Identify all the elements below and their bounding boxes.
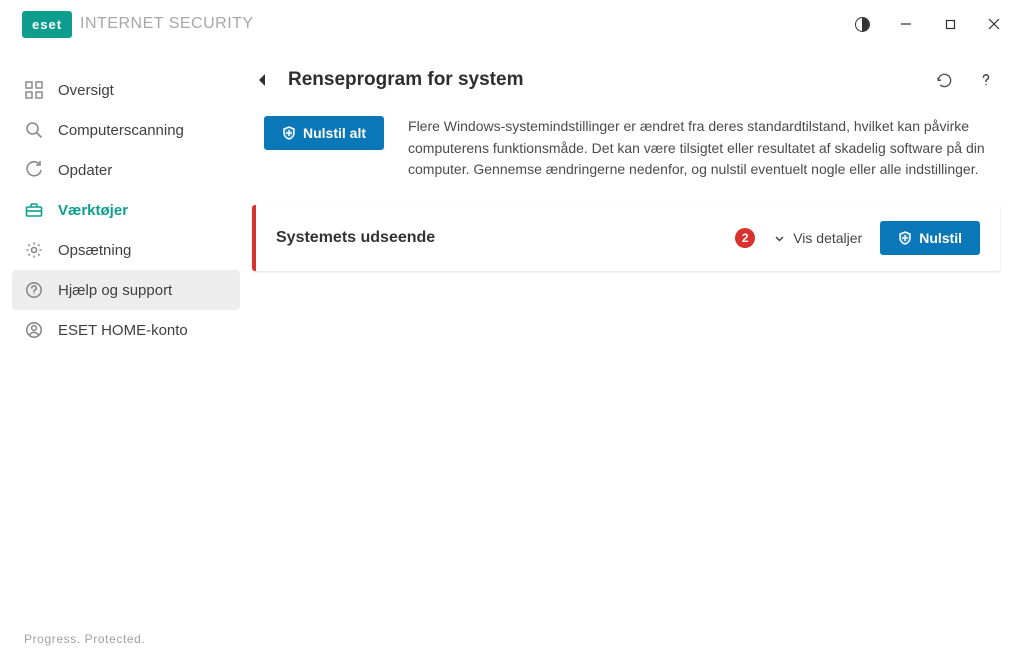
sidebar-item-label: Oversigt — [58, 82, 114, 99]
intro-row: Nulstil alt Flere Windows-systemindstill… — [252, 116, 1000, 205]
titlebar: eset INTERNET SECURITY — [0, 0, 1024, 48]
back-button[interactable] — [252, 69, 274, 91]
sidebar-item-account[interactable]: ESET HOME-konto — [12, 310, 240, 350]
help-page-button[interactable] — [972, 66, 1000, 94]
sidebar: Oversigt Computerscanning Opdater Værktø… — [0, 48, 252, 670]
sidebar-item-label: Opdater — [58, 162, 112, 179]
eset-badge: eset — [22, 11, 72, 38]
main-layout: Oversigt Computerscanning Opdater Værktø… — [0, 48, 1024, 670]
sidebar-item-label: Opsætning — [58, 242, 131, 259]
intro-text: Flere Windows-systemindstillinger er ænd… — [408, 116, 1000, 181]
sidebar-item-label: ESET HOME-konto — [58, 322, 188, 339]
reset-card-button[interactable]: Nulstil — [880, 221, 980, 255]
sidebar-item-label: Værktøjer — [58, 202, 128, 219]
contrast-icon — [855, 17, 870, 32]
user-icon — [24, 320, 44, 340]
chevron-down-icon — [773, 232, 785, 244]
show-details-button[interactable]: Vis detaljer — [773, 230, 862, 246]
maximize-button[interactable] — [928, 4, 972, 44]
button-label: Nulstil — [919, 230, 962, 246]
card-title: Systemets udseende — [276, 229, 435, 247]
reset-all-button[interactable]: Nulstil alt — [264, 116, 384, 150]
app-logo: eset INTERNET SECURITY — [22, 11, 254, 38]
content-header: Renseprogram for system — [252, 66, 1000, 116]
product-name: INTERNET SECURITY — [80, 15, 254, 33]
page-title: Renseprogram for system — [288, 69, 523, 91]
sidebar-item-tools[interactable]: Værktøjer — [12, 190, 240, 230]
dashboard-icon — [24, 80, 44, 100]
gear-icon — [24, 240, 44, 260]
minimize-icon — [900, 18, 912, 30]
close-button[interactable] — [972, 4, 1016, 44]
sidebar-item-label: Hjælp og support — [58, 282, 172, 299]
shield-icon — [898, 231, 912, 245]
chevron-left-icon — [257, 73, 269, 87]
toolbox-icon — [24, 200, 44, 220]
details-label: Vis detaljer — [793, 230, 862, 246]
help-icon — [24, 280, 44, 300]
content-area: Renseprogram for system Nulstil alt Fler… — [252, 48, 1024, 670]
shield-icon — [282, 126, 296, 140]
close-icon — [988, 18, 1000, 30]
maximize-icon — [945, 19, 956, 30]
sidebar-item-label: Computerscanning — [58, 122, 184, 139]
search-icon — [24, 120, 44, 140]
settings-card-system-appearance: Systemets udseende 2 Vis detaljer Nulsti… — [252, 205, 1000, 271]
footer-tagline: Progress. Protected. — [12, 632, 240, 670]
sidebar-item-help[interactable]: Hjælp og support — [12, 270, 240, 310]
button-label: Nulstil alt — [303, 125, 366, 141]
sidebar-item-setup[interactable]: Opsætning — [12, 230, 240, 270]
sidebar-item-overview[interactable]: Oversigt — [12, 70, 240, 110]
minimize-button[interactable] — [884, 4, 928, 44]
sidebar-item-update[interactable]: Opdater — [12, 150, 240, 190]
window-controls — [840, 4, 1016, 44]
refresh-icon — [24, 160, 44, 180]
refresh-page-button[interactable] — [930, 66, 958, 94]
change-count-badge: 2 — [735, 228, 755, 248]
question-icon — [978, 72, 994, 88]
refresh-icon — [936, 72, 953, 89]
header-actions — [930, 66, 1000, 94]
contrast-toggle-button[interactable] — [840, 4, 884, 44]
sidebar-item-scan[interactable]: Computerscanning — [12, 110, 240, 150]
